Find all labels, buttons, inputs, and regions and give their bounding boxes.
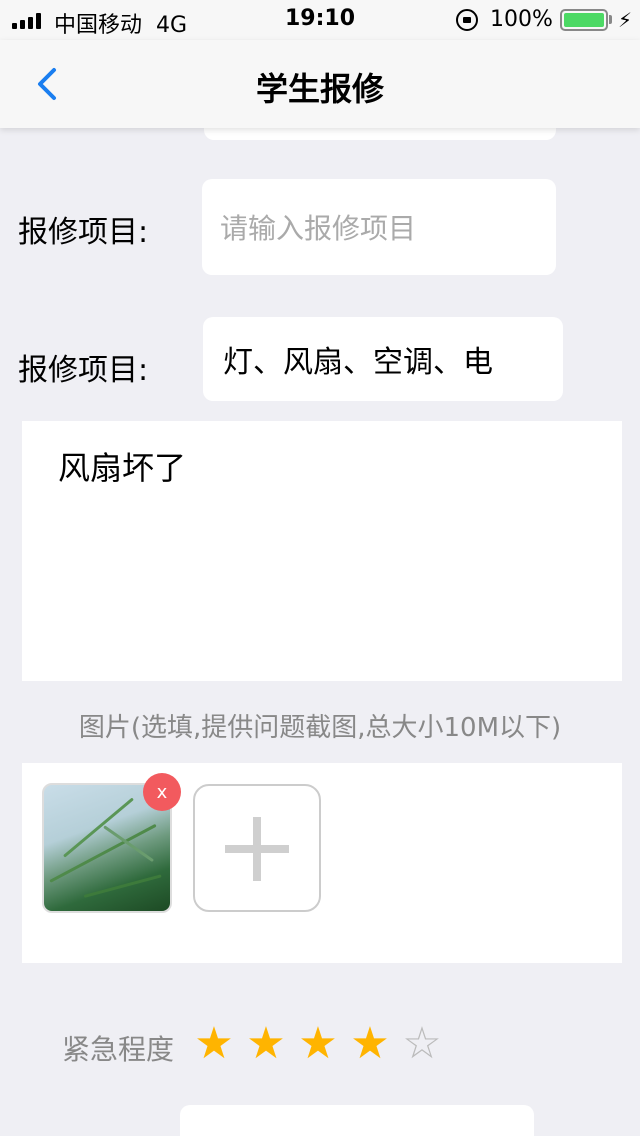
page-title: 学生报修: [255, 70, 384, 108]
remove-photo-button[interactable]: x: [143, 773, 181, 811]
urgency-rating[interactable]: ★ ★ ★ ★ ☆: [193, 1018, 443, 1070]
star-filled-icon[interactable]: ★: [297, 1018, 339, 1070]
rotation-lock-icon: [456, 9, 478, 31]
remove-photo-label: x: [156, 781, 168, 803]
repair-item-label: 报修项目:: [18, 215, 149, 250]
status-bar: 中国移动 4G 19:10 100% ⚡: [0, 0, 640, 40]
photo-hint: 图片(选填,提供问题截图,总大小10M以下): [78, 713, 562, 743]
battery-percent: 100%: [490, 7, 553, 32]
urgency-label: 紧急程度: [62, 1033, 175, 1066]
description-text: 风扇坏了: [58, 449, 187, 487]
repair-type-label: 报修项目:: [18, 353, 149, 388]
star-filled-icon[interactable]: ★: [245, 1018, 287, 1070]
next-field-input[interactable]: [180, 1105, 534, 1136]
star-empty-icon[interactable]: ☆: [401, 1018, 443, 1070]
star-filled-icon[interactable]: ★: [193, 1018, 235, 1070]
star-filled-icon[interactable]: ★: [349, 1018, 391, 1070]
add-photo-button[interactable]: [193, 784, 321, 912]
charging-bolt-icon: ⚡: [618, 8, 633, 32]
repair-item-input[interactable]: 请输入报修项目: [202, 179, 556, 275]
battery-tip: [609, 15, 612, 24]
repair-type-value: 灯、风扇、空调、电: [223, 345, 493, 380]
repair-item-placeholder: 请输入报修项目: [220, 212, 417, 245]
navigation-bar: 学生报修: [0, 40, 640, 128]
battery-icon: [560, 9, 608, 31]
repair-type-select[interactable]: 灯、风扇、空调、电: [203, 317, 563, 401]
